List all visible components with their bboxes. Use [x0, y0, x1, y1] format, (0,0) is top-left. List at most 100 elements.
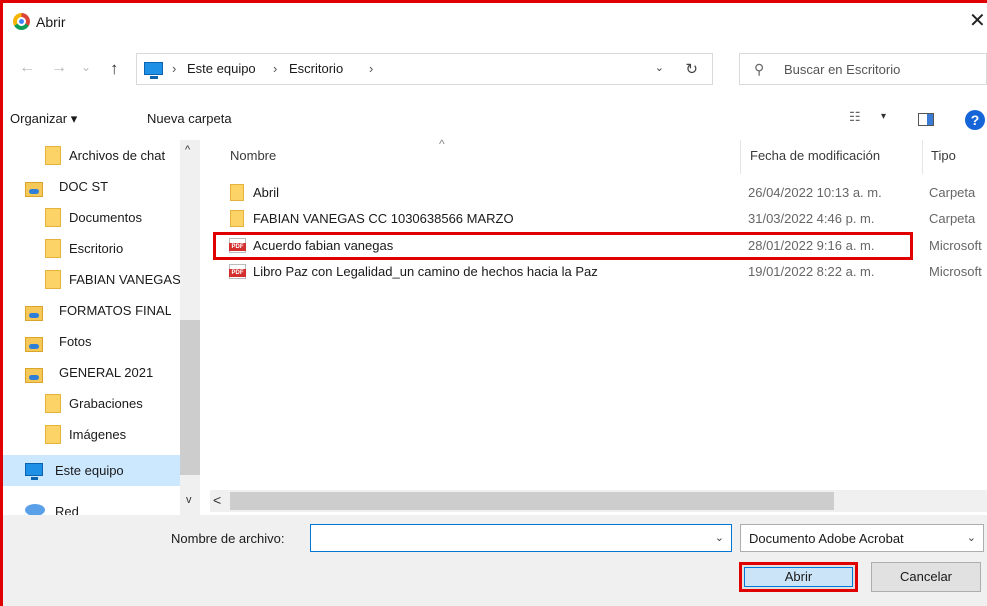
- file-name: Acuerdo fabian vanegas: [253, 238, 394, 253]
- breadcrumb-separator[interactable]: ›: [369, 61, 373, 76]
- network-folder-icon: [25, 368, 43, 383]
- open-button-label: Abrir: [784, 569, 813, 584]
- pdf-icon: [229, 238, 246, 253]
- scroll-up-icon[interactable]: ^: [185, 144, 190, 156]
- sidebar-item-label: DOC ST: [59, 179, 109, 194]
- computer-icon: [25, 463, 43, 480]
- footer-panel: Nombre de archivo: ⌄ Documento Adobe Acr…: [3, 515, 987, 606]
- file-date: 19/01/2022 8:22 a. m.: [748, 264, 875, 279]
- network-folder-icon: [25, 182, 43, 197]
- new-folder-button[interactable]: Nueva carpeta: [147, 111, 232, 126]
- search-icon: ⚲: [754, 61, 765, 77]
- address-row: ← → ⌄ ↑ › Este equipo › Escritorio › ⌄ ↻…: [3, 50, 987, 90]
- command-bar: Organizar ▾ Nueva carpeta ☷ ▾ ?: [3, 103, 987, 137]
- file-type: Microsoft: [929, 238, 982, 253]
- column-divider[interactable]: [740, 140, 741, 174]
- chevron-down-icon[interactable]: ⌄: [967, 531, 976, 544]
- pdf-icon: [229, 264, 246, 279]
- cancel-button[interactable]: Cancelar: [871, 562, 981, 592]
- sidebar-item-label: FORMATOS FINALES: [59, 303, 171, 318]
- scroll-down-icon[interactable]: v: [186, 494, 192, 506]
- back-arrow-icon[interactable]: ←: [19, 59, 35, 77]
- forward-arrow-icon[interactable]: →: [51, 59, 67, 77]
- scrollbar-thumb[interactable]: [180, 320, 200, 475]
- up-arrow-icon[interactable]: ↑: [110, 59, 119, 79]
- chrome-icon: [13, 13, 30, 30]
- sidebar-item-label: FABIAN VANEGAS: [69, 272, 181, 287]
- folder-icon: [45, 425, 61, 444]
- sidebar-item-label: Grabaciones: [69, 396, 143, 411]
- sidebar-item-formatos-finales[interactable]: FORMATOS FINALES: [3, 295, 183, 326]
- filename-input[interactable]: ⌄: [310, 524, 732, 552]
- file-name: Libro Paz con Legalidad_un camino de hec…: [253, 264, 598, 279]
- filetype-select[interactable]: Documento Adobe Acrobat ⌄: [740, 524, 984, 552]
- breadcrumb-separator: ›: [172, 61, 177, 76]
- organize-button[interactable]: Organizar ▾: [10, 111, 77, 127]
- file-row[interactable]: Acuerdo fabian vanegas 28/01/2022 9:16 a…: [210, 233, 987, 259]
- sort-ascending-icon: ^: [439, 137, 445, 151]
- open-button[interactable]: Abrir: [739, 562, 858, 592]
- sidebar-item-documentos[interactable]: Documentos: [3, 202, 183, 233]
- file-date: 28/01/2022 9:16 a. m.: [748, 238, 875, 253]
- sidebar-item-escritorio[interactable]: Escritorio: [3, 233, 183, 264]
- address-dropdown-icon[interactable]: ⌄: [655, 61, 664, 74]
- file-list: ^ Nombre Fecha de modificación Tipo Abri…: [210, 137, 987, 490]
- folder-icon: [45, 394, 61, 413]
- sidebar-item-label: Archivos de chat: [69, 148, 166, 163]
- computer-icon: [144, 62, 163, 79]
- sidebar-item-label: Este equipo: [55, 463, 124, 478]
- folder-icon: [45, 270, 61, 289]
- column-header-date[interactable]: Fecha de modificación: [750, 148, 880, 163]
- sidebar-scrollbar[interactable]: ^ v: [180, 140, 200, 518]
- file-type: Carpeta: [929, 211, 976, 226]
- column-header-type[interactable]: Tipo: [931, 148, 956, 163]
- scroll-left-icon[interactable]: <: [213, 492, 221, 508]
- sidebar-item-label: Fotos: [59, 334, 92, 349]
- recent-locations-icon[interactable]: ⌄: [81, 60, 91, 74]
- sidebar-item-label: Escritorio: [69, 241, 124, 256]
- sidebar-item-label: Imágenes: [69, 427, 127, 442]
- sidebar-item-fotos[interactable]: Fotos: [3, 326, 183, 357]
- preview-pane-icon[interactable]: [918, 113, 934, 126]
- help-icon[interactable]: ?: [965, 110, 985, 130]
- folder-icon: [45, 146, 61, 165]
- filename-label: Nombre de archivo:: [171, 531, 285, 546]
- file-row[interactable]: Libro Paz con Legalidad_un camino de hec…: [210, 259, 987, 285]
- file-type: Carpeta: [929, 185, 976, 200]
- chevron-down-icon[interactable]: ▾: [881, 111, 886, 122]
- refresh-icon[interactable]: ↻: [685, 60, 698, 78]
- file-row[interactable]: FABIAN VANEGAS CC 1030638566 MARZO 31/03…: [210, 206, 987, 232]
- file-row[interactable]: Abril 26/04/2022 10:13 a. m. Carpeta: [210, 180, 987, 206]
- sidebar-item-label: Documentos: [69, 210, 142, 225]
- sidebar-item-general-2021[interactable]: GENERAL 2021: [3, 357, 183, 388]
- address-bar[interactable]: › Este equipo › Escritorio › ⌄ ↻: [136, 53, 713, 85]
- file-type: Microsoft: [929, 264, 982, 279]
- filetype-value: Documento Adobe Acrobat: [749, 531, 904, 546]
- window-title: Abrir: [36, 14, 66, 30]
- chevron-down-icon[interactable]: ⌄: [715, 531, 724, 544]
- breadcrumb-escritorio[interactable]: Escritorio: [289, 61, 343, 76]
- sidebar-item-imagenes[interactable]: Imágenes: [3, 419, 183, 450]
- file-date: 31/03/2022 4:46 p. m.: [748, 211, 875, 226]
- sidebar-item-fabian-vanegas[interactable]: FABIAN VANEGAS: [3, 264, 183, 295]
- sidebar-item-doc-st[interactable]: DOC ST: [3, 171, 183, 202]
- breadcrumb-este-equipo[interactable]: Este equipo: [187, 61, 256, 76]
- scrollbar-thumb[interactable]: [230, 492, 834, 510]
- folder-icon: [230, 184, 244, 201]
- folder-icon: [45, 208, 61, 227]
- sidebar-item-grabaciones[interactable]: Grabaciones: [3, 388, 183, 419]
- folder-icon: [45, 239, 61, 258]
- search-input[interactable]: ⚲ Buscar en Escritorio: [739, 53, 987, 85]
- network-folder-icon: [25, 337, 43, 352]
- horizontal-scrollbar[interactable]: <: [210, 490, 987, 512]
- close-icon[interactable]: ✕: [969, 9, 987, 33]
- sidebar-item-archivos-de-chat[interactable]: Archivos de chat: [3, 140, 183, 171]
- view-options-icon[interactable]: ☷: [849, 109, 861, 125]
- column-divider[interactable]: [922, 140, 923, 174]
- file-name: FABIAN VANEGAS CC 1030638566 MARZO: [253, 211, 514, 226]
- search-placeholder: Buscar en Escritorio: [784, 62, 901, 77]
- sidebar-item-este-equipo[interactable]: Este equipo: [3, 455, 183, 486]
- column-header-name[interactable]: Nombre: [230, 148, 276, 163]
- file-name: Abril: [253, 185, 280, 200]
- network-folder-icon: [25, 306, 43, 321]
